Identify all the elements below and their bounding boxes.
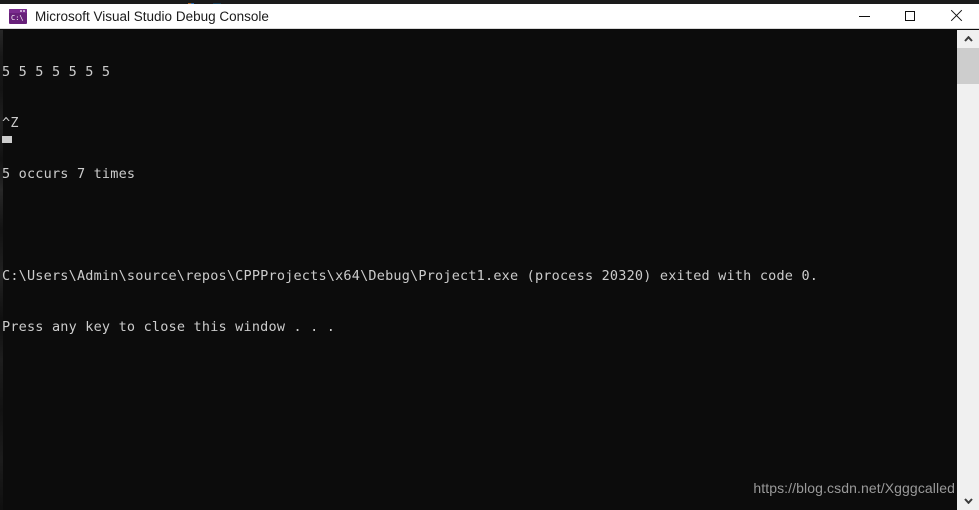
console-line: 5 5 5 5 5 5 5 bbox=[2, 64, 111, 80]
chevron-up-icon bbox=[963, 36, 973, 42]
chevron-down-icon bbox=[963, 498, 973, 504]
minimize-button[interactable] bbox=[841, 4, 887, 29]
console-line: C:\Users\Admin\source\repos\CPPProjects\… bbox=[2, 268, 819, 284]
scrollbar-thumb[interactable] bbox=[957, 48, 979, 84]
icon-prompt-text: C:\ bbox=[11, 13, 24, 22]
console-text-block: 5 5 5 5 5 5 5 ^Z 5 occurs 7 times C:\Use… bbox=[2, 30, 818, 370]
console-app-icon: C:\ bbox=[9, 8, 27, 24]
console-line: Press any key to close this window . . . bbox=[2, 319, 336, 335]
close-icon bbox=[950, 10, 962, 22]
window-controls bbox=[841, 4, 979, 29]
close-button[interactable] bbox=[933, 4, 979, 29]
scroll-up-button[interactable] bbox=[957, 30, 979, 48]
console-line: ^Z bbox=[2, 115, 19, 131]
title-bar: C:\ Microsoft Visual Studio Debug Consol… bbox=[0, 4, 979, 29]
maximize-icon bbox=[905, 11, 915, 21]
minimize-icon bbox=[858, 15, 870, 17]
vertical-scrollbar[interactable] bbox=[957, 30, 979, 510]
console-window: C:\ Microsoft Visual Studio Debug Consol… bbox=[0, 0, 979, 510]
icon-dot bbox=[23, 9, 25, 12]
scroll-down-button[interactable] bbox=[957, 492, 979, 510]
console-output-area[interactable]: 5 5 5 5 5 5 5 ^Z 5 occurs 7 times C:\Use… bbox=[0, 30, 957, 510]
block-cursor bbox=[2, 136, 12, 143]
watermark-url: https://blog.csdn.net/Xgggcalled bbox=[753, 480, 955, 496]
window-title: Microsoft Visual Studio Debug Console bbox=[35, 8, 269, 24]
console-line: 5 occurs 7 times bbox=[2, 166, 136, 182]
scrollbar-track[interactable] bbox=[957, 48, 979, 492]
icon-dot bbox=[20, 9, 22, 12]
maximize-button[interactable] bbox=[887, 4, 933, 29]
